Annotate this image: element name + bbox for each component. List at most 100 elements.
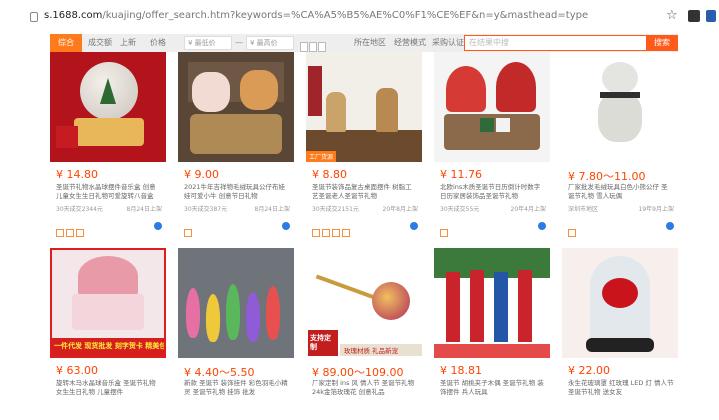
product-price: ¥ 4.40～5.50 (184, 366, 255, 379)
filter-region[interactable]: 所在地区 (350, 36, 390, 50)
extension-icon[interactable] (688, 10, 700, 22)
product-image[interactable]: 工厂货源 (306, 52, 422, 162)
product-image[interactable] (178, 248, 294, 358)
product-badges (184, 222, 194, 237)
product-image[interactable] (434, 52, 550, 162)
wangwang-chat-icon[interactable] (538, 222, 546, 230)
extension-icon-2[interactable] (706, 10, 716, 22)
sort-default-button[interactable]: 综合 (50, 34, 82, 52)
filter-business-mode[interactable]: 经营模式 (390, 36, 430, 50)
badge-icon (440, 229, 448, 237)
product-date: 20年8月上架 (382, 206, 418, 213)
product-sales: 30天成交2151元 (312, 206, 359, 213)
product-price: ¥ 22.00 (568, 364, 610, 377)
wangwang-chat-icon[interactable] (154, 222, 162, 230)
product-title[interactable]: 圣诞节 胡桃夹子木偶 圣诞节礼物 装饰摆件 兵人玩具 (440, 379, 546, 397)
product-date: 20年4月上架 (510, 206, 546, 213)
product-title[interactable]: 永生花玻璃罩 红玫瑰 LED 灯 情人节 圣诞节礼物 送女友 (568, 379, 674, 397)
product-card[interactable]: ¥ 14.80 圣诞节礼物水晶球摆件音乐盒 创意儿童女生生日礼物可爱旋转八音盒 … (50, 52, 166, 237)
product-card[interactable]: ¥ 18.81 圣诞节 胡桃夹子木偶 圣诞节礼物 装饰摆件 兵人玩具 (434, 248, 550, 396)
product-card[interactable]: ¥ 9.00 2021牛年吉祥物毛绒玩具公仔布娃娃可爱小牛 创意节日礼物 30天… (178, 52, 294, 237)
product-title[interactable]: 2021牛年吉祥物毛绒玩具公仔布娃娃可爱小牛 创意节日礼物 (184, 183, 290, 201)
product-title[interactable]: 北欧ins木质圣诞节日历倒计时数字日历家居装饰品圣诞节礼物 (440, 183, 546, 201)
product-title[interactable]: 旋转木马水晶球音乐盒 圣诞节礼物 女生生日礼物 儿童摆件 (56, 379, 162, 397)
product-price: ¥ 18.81 (440, 364, 482, 377)
product-badges (56, 222, 86, 237)
lock-icon (30, 12, 38, 22)
url-host: s.1688.com (44, 10, 103, 21)
product-card[interactable]: 支持定制 玫瑰材质 礼品新宠 ¥ 89.00～109.00 厂家定制 ins 风… (306, 248, 422, 396)
product-banner-text-2: 玫瑰材质 礼品新宠 (344, 347, 399, 355)
product-image[interactable] (562, 52, 678, 162)
badge-icon (322, 229, 330, 237)
product-banner-text: 一件代发 现货批发 刻字贺卡 精美包装 (54, 342, 166, 350)
sort-sales-button[interactable]: 成交额 (84, 36, 116, 50)
url-path: /kuajing/offer_search.htm?keywords=%CA%A… (102, 10, 589, 21)
product-badges (568, 222, 578, 237)
product-image[interactable]: 一件代发 现货批发 刻字贺卡 精美包装 (50, 248, 166, 358)
price-max-input[interactable]: ¥ 最高价 (246, 36, 294, 50)
badge-icon (76, 229, 84, 237)
product-meta: 深圳市地区 19年9月上架 (568, 204, 674, 213)
wangwang-chat-icon[interactable] (666, 222, 674, 230)
sort-price-button[interactable]: 价格 (146, 36, 170, 50)
product-price: ¥ 63.00 (56, 364, 98, 377)
product-image[interactable] (50, 52, 166, 162)
product-card[interactable]: ¥ 22.00 永生花玻璃罩 红玫瑰 LED 灯 情人节 圣诞节礼物 送女友 (562, 248, 678, 396)
product-meta: 30天成交2344元 8月24日上架 (56, 204, 162, 213)
badge-icon (184, 229, 192, 237)
filter-certification[interactable]: 采购认证 (428, 36, 468, 50)
product-meta: 30天成交387元 8月24日上架 (184, 204, 290, 213)
filter-toolbar: 综合 成交额 上新 价格 ¥ 最低价 — ¥ 最高价 所在地区 经营模式 采购认… (50, 34, 678, 52)
product-sales: 30天成交387元 (184, 206, 228, 213)
product-image[interactable] (178, 52, 294, 162)
product-card[interactable]: 工厂货源 ¥ 8.80 圣诞节装饰品复古桌面摆件 树脂工艺圣诞老人圣诞节礼物 3… (306, 52, 422, 237)
wangwang-chat-icon[interactable] (282, 222, 290, 230)
product-price: ¥ 11.76 (440, 168, 482, 181)
sort-new-button[interactable]: 上新 (116, 36, 140, 50)
product-price: ¥ 14.80 (56, 168, 98, 181)
product-date: 8月24日上架 (254, 206, 290, 213)
product-price: ¥ 7.80～11.00 (568, 170, 646, 183)
product-date: 8月24日上架 (126, 206, 162, 213)
product-date: 19年9月上架 (638, 206, 674, 213)
product-card[interactable]: ¥ 4.40～5.50 新款 圣诞节 装饰挂件 彩色羽毛小精灵 圣诞节礼物 挂饰… (178, 248, 294, 396)
wangwang-chat-icon[interactable] (410, 222, 418, 230)
product-image[interactable] (562, 248, 678, 358)
star-icon[interactable]: ☆ (666, 8, 678, 23)
product-banner-text: 支持定制 (310, 334, 331, 351)
url-text[interactable]: s.1688.com/kuajing/offer_search.htm?keyw… (44, 10, 588, 21)
badge-icon (332, 229, 340, 237)
product-sales: 深圳市地区 (568, 206, 599, 213)
view-toggle[interactable] (300, 37, 330, 52)
product-title[interactable]: 厂家批发毛绒玩具白色小熊公仔 圣诞节礼物 雪人玩偶 (568, 183, 674, 201)
product-card[interactable]: 一件代发 现货批发 刻字贺卡 精美包装 ¥ 63.00 旋转木马水晶球音乐盒 圣… (50, 248, 166, 396)
product-badges (312, 222, 352, 237)
price-min-input[interactable]: ¥ 最低价 (184, 36, 232, 50)
product-price: ¥ 8.80 (312, 168, 347, 181)
product-image[interactable]: 支持定制 玫瑰材质 礼品新宠 (306, 248, 422, 358)
factory-source-badge: 工厂货源 (306, 151, 337, 162)
product-sales: 30天成交55元 (440, 206, 480, 213)
product-price: ¥ 89.00～109.00 (312, 366, 404, 379)
product-image[interactable] (434, 248, 550, 358)
badge-icon (66, 229, 74, 237)
product-title[interactable]: 圣诞节礼物水晶球摆件音乐盒 创意儿童女生生日礼物可爱旋转八音盒 (56, 183, 162, 201)
badge-icon (56, 229, 64, 237)
price-dash: — (235, 38, 243, 47)
product-title[interactable]: 厂家定制 ins 风 情人节 圣诞节礼物 24k金箔玫瑰花 创意礼品 (312, 379, 418, 397)
address-bar[interactable]: s.1688.com/kuajing/offer_search.htm?keyw… (0, 0, 719, 34)
product-card[interactable]: ¥ 11.76 北欧ins木质圣诞节日历倒计时数字日历家居装饰品圣诞节礼物 30… (434, 52, 550, 237)
product-title[interactable]: 新款 圣诞节 装饰挂件 彩色羽毛小精灵 圣诞节礼物 挂饰 批发 (184, 379, 290, 397)
search-input[interactable]: 在结果中搜 (464, 35, 648, 51)
search-button[interactable]: 搜索 (646, 35, 678, 51)
product-title[interactable]: 圣诞节装饰品复古桌面摆件 树脂工艺圣诞老人圣诞节礼物 (312, 183, 418, 201)
product-sales: 30天成交2344元 (56, 206, 103, 213)
product-badges (440, 222, 450, 237)
product-meta: 30天成交2151元 20年8月上架 (312, 204, 418, 213)
badge-icon (312, 229, 320, 237)
product-card[interactable]: ¥ 7.80～11.00 厂家批发毛绒玩具白色小熊公仔 圣诞节礼物 雪人玩偶 深… (562, 52, 678, 237)
badge-icon (568, 229, 576, 237)
badge-icon (342, 229, 350, 237)
product-price: ¥ 9.00 (184, 168, 219, 181)
